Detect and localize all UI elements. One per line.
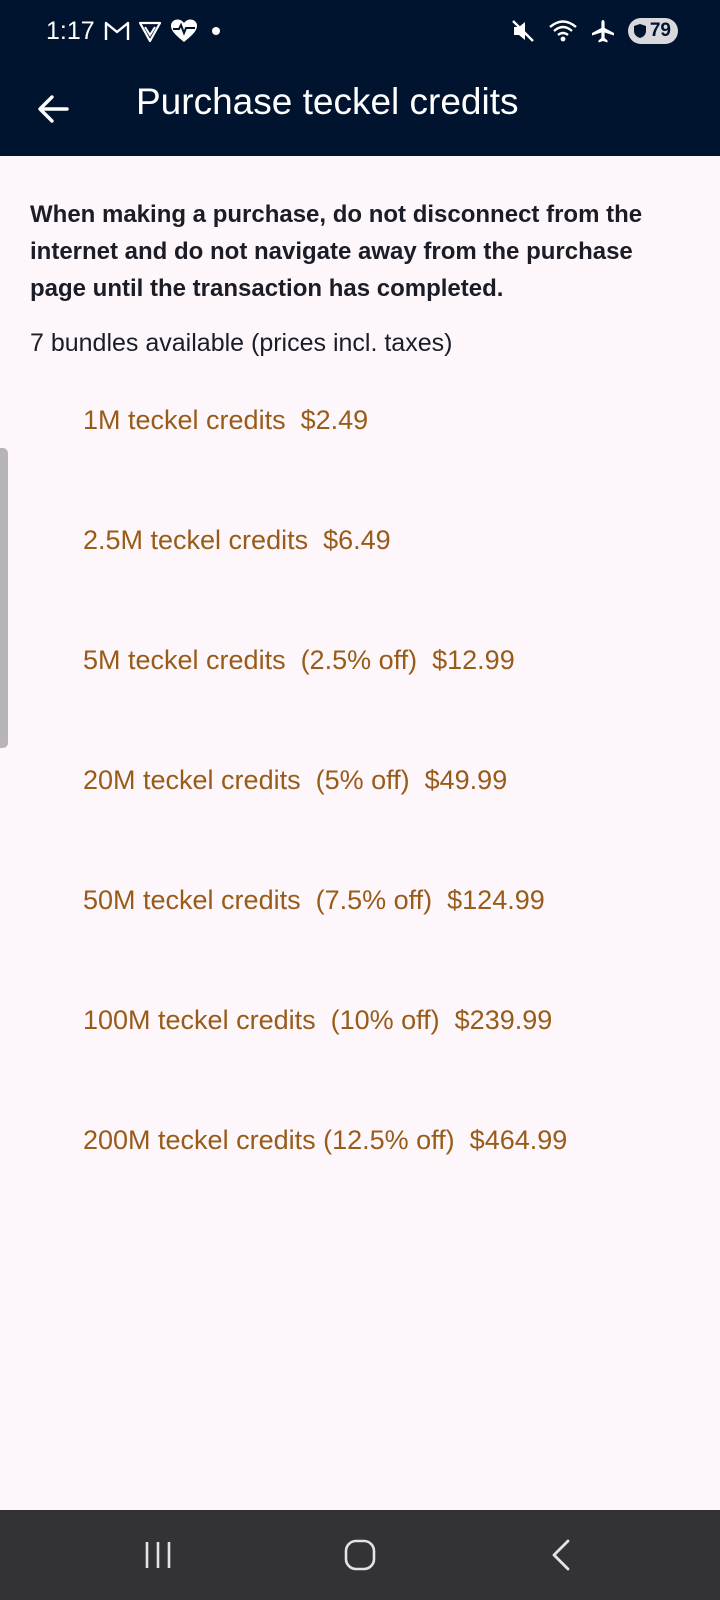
bundle-option-50m[interactable]: 50M teckel credits (7.5% off) $124.99: [0, 840, 720, 960]
bundle-option-1m[interactable]: 1M teckel credits $2.49: [0, 360, 720, 480]
status-left-icons: [104, 18, 220, 44]
battery-indicator: 79: [628, 18, 678, 44]
top-header: 1:17 79 Purchase teckel credits: [0, 0, 720, 156]
system-back-button[interactable]: [517, 1525, 607, 1585]
navigation-bar: [0, 1510, 720, 1600]
health-heart-icon: [171, 19, 197, 42]
home-button[interactable]: [315, 1525, 405, 1585]
recents-button[interactable]: [113, 1525, 203, 1585]
bundle-option-2-5m[interactable]: 2.5M teckel credits $6.49: [0, 480, 720, 600]
airplane-icon: [592, 20, 614, 43]
app-bar: Purchase teckel credits: [0, 62, 720, 156]
status-right-icons: 79: [510, 17, 678, 45]
vpn-shield-icon: [138, 21, 162, 43]
mute-icon: [512, 20, 534, 42]
bundle-option-200m[interactable]: 200M teckel credits (12.5% off) $464.99: [0, 1080, 720, 1200]
status-bar: 1:17 79: [0, 0, 720, 62]
wifi-icon: [549, 20, 577, 42]
screen: 1:17 79 Purchase teckel credits When mak…: [0, 0, 720, 1600]
bundle-option-20m[interactable]: 20M teckel credits (5% off) $49.99: [0, 720, 720, 840]
back-icon: [552, 1539, 570, 1571]
battery-saver-shield-icon: [634, 24, 646, 38]
notification-dot: [212, 27, 220, 35]
bundle-option-5m[interactable]: 5M teckel credits (2.5% off) $12.99: [0, 600, 720, 720]
purchase-content: When making a purchase, do not disconnec…: [0, 156, 720, 1510]
back-button[interactable]: [26, 82, 80, 136]
bundle-list: 1M teckel credits $2.49 2.5M teckel cred…: [0, 366, 720, 1200]
status-time: 1:17: [46, 17, 95, 45]
edge-panel-handle[interactable]: [0, 448, 8, 748]
bundles-count-text: 7 bundles available (prices incl. taxes): [30, 329, 453, 357]
bundle-option-100m[interactable]: 100M teckel credits (10% off) $239.99: [0, 960, 720, 1080]
home-icon: [344, 1539, 376, 1571]
gmail-icon: [104, 21, 130, 40]
recents-icon: [145, 1542, 171, 1568]
battery-level: 79: [649, 20, 671, 41]
page-title: Purchase teckel credits: [136, 81, 519, 122]
arrow-left-icon: [38, 95, 69, 123]
purchase-warning-text: When making a purchase, do not disconnec…: [30, 201, 643, 302]
